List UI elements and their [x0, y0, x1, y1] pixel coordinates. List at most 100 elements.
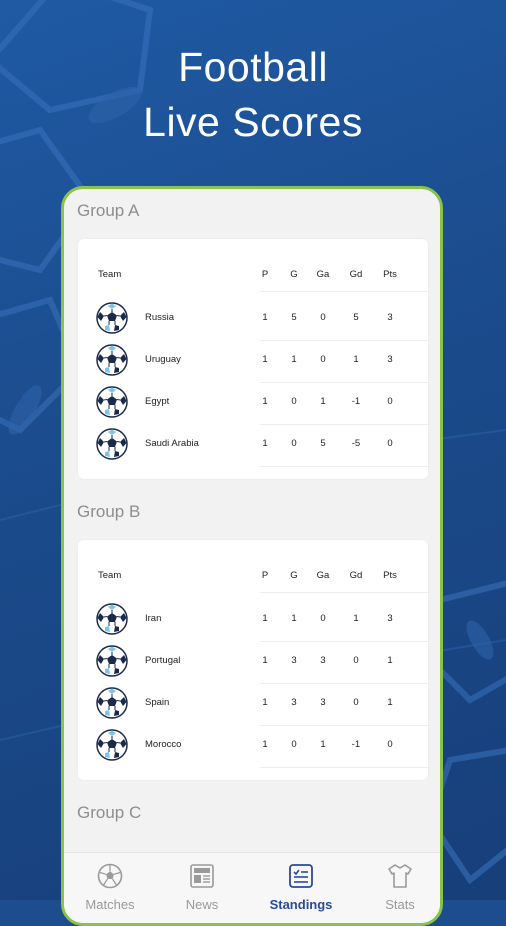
col-gd-header: Gd	[349, 570, 363, 581]
goals-against-value: 3	[320, 697, 326, 708]
played-value: 1	[262, 697, 268, 708]
phone-screen: Group A Team P G Ga Gd Pts Russia 1 5 0 …	[61, 186, 443, 926]
col-pts-header: Pts	[383, 269, 397, 280]
goal-diff-value: -1	[351, 396, 361, 407]
points-value: 3	[387, 312, 393, 323]
col-team-header: Team	[98, 570, 122, 581]
goals-value: 0	[291, 438, 297, 449]
table-row[interactable]: Egypt 1 0 1 -1 0	[78, 382, 428, 424]
goals-against-value: 5	[320, 438, 326, 449]
group-b-title: Group B	[77, 502, 141, 521]
group-b-table: Team P G Ga Gd Pts Iran 1 1 0 1 3 Portug…	[78, 540, 428, 780]
newspaper-icon	[190, 864, 214, 888]
tab-label: Standings	[269, 897, 333, 912]
played-value: 1	[262, 438, 268, 449]
col-pts-header: Pts	[383, 570, 397, 581]
goals-against-value: 1	[320, 739, 326, 750]
table-row[interactable]: Saudi Arabia 1 0 5 -5 0	[78, 424, 428, 466]
group-c-title: Group C	[77, 803, 142, 822]
goal-diff-value: 1	[353, 613, 359, 624]
col-team-header: Team	[98, 269, 122, 280]
points-value: 0	[387, 438, 393, 449]
tab-news[interactable]: News	[156, 853, 248, 923]
played-value: 1	[262, 354, 268, 365]
tab-label: News	[185, 897, 219, 912]
goals-against-value: 0	[320, 613, 326, 624]
team-name: Russia	[145, 312, 175, 323]
points-value: 3	[387, 613, 393, 624]
soccer-ball-icon	[96, 344, 128, 376]
points-value: 1	[387, 697, 393, 708]
goals-value: 1	[291, 354, 297, 365]
col-ga-header: Ga	[316, 570, 330, 581]
goals-value: 0	[291, 396, 297, 407]
team-name: Morocco	[145, 739, 182, 750]
played-value: 1	[262, 613, 268, 624]
soccer-ball-icon	[96, 687, 128, 719]
points-value: 1	[387, 655, 393, 666]
goal-diff-value: 1	[353, 354, 359, 365]
jersey-icon	[388, 864, 412, 888]
goals-against-value: 0	[320, 354, 326, 365]
col-g-header: G	[290, 269, 298, 280]
goals-value: 0	[291, 739, 297, 750]
team-name: Portugal	[145, 655, 181, 666]
tab-stats[interactable]: Stats	[354, 853, 440, 923]
table-row[interactable]: Uruguay 1 1 0 1 3	[78, 340, 428, 382]
tab-label: Matches	[85, 897, 135, 912]
col-gd-header: Gd	[349, 269, 363, 280]
team-name: Spain	[145, 697, 170, 708]
soccer-ball-icon	[96, 645, 128, 677]
played-value: 1	[262, 312, 268, 323]
table-row[interactable]: Russia 1 5 0 5 3	[78, 298, 428, 340]
goals-value: 3	[291, 655, 297, 666]
goal-diff-value: -1	[351, 739, 361, 750]
goals-value: 1	[291, 613, 297, 624]
team-name: Saudi Arabia	[145, 438, 199, 449]
col-p-header: P	[261, 570, 269, 581]
team-name: Egypt	[145, 396, 170, 407]
team-name: Iran	[145, 613, 162, 624]
headline-line-1: Football	[178, 44, 328, 90]
goals-against-value: 0	[320, 312, 326, 323]
headline-line-2: Live Scores	[143, 99, 363, 145]
table-row[interactable]: Morocco 1 0 1 -1 0	[78, 725, 428, 767]
team-name: Uruguay	[145, 354, 181, 365]
soccer-ball-icon	[96, 302, 128, 334]
points-value: 0	[387, 396, 393, 407]
col-g-header: G	[290, 570, 298, 581]
bottom-tab-bar: Matches News Standings Stats	[64, 852, 440, 923]
soccer-ball-icon	[96, 428, 128, 460]
table-header: Team P G Ga Gd Pts	[78, 570, 428, 586]
tab-matches[interactable]: Matches	[64, 853, 156, 923]
group-a-title: Group A	[77, 201, 140, 220]
table-row[interactable]: Portugal 1 3 3 0 1	[78, 641, 428, 683]
played-value: 1	[262, 396, 268, 407]
tab-standings[interactable]: Standings	[255, 853, 347, 923]
soccer-ball-icon	[96, 729, 128, 761]
played-value: 1	[262, 655, 268, 666]
goals-value: 3	[291, 697, 297, 708]
goals-value: 5	[291, 312, 297, 323]
table-row[interactable]: Iran 1 1 0 1 3	[78, 599, 428, 641]
soccer-ball-icon	[96, 386, 128, 418]
goal-diff-value: 0	[353, 655, 359, 666]
goals-against-value: 1	[320, 396, 326, 407]
points-value: 0	[387, 739, 393, 750]
soccer-ball-icon	[96, 603, 128, 635]
headline: Football Live Scores	[0, 40, 506, 150]
goal-diff-value: 0	[353, 697, 359, 708]
goals-against-value: 3	[320, 655, 326, 666]
tab-label: Stats	[385, 897, 415, 912]
table-row[interactable]: Spain 1 3 3 0 1	[78, 683, 428, 725]
table-header: Team P G Ga Gd Pts	[78, 269, 428, 285]
soccer-ball-icon	[97, 863, 123, 889]
col-p-header: P	[261, 269, 269, 280]
played-value: 1	[262, 739, 268, 750]
points-value: 3	[387, 354, 393, 365]
col-ga-header: Ga	[316, 269, 330, 280]
goal-diff-value: -5	[351, 438, 361, 449]
goal-diff-value: 5	[353, 312, 359, 323]
standings-list-icon	[289, 864, 313, 888]
group-a-table: Team P G Ga Gd Pts Russia 1 5 0 5 3 Urug…	[78, 239, 428, 479]
